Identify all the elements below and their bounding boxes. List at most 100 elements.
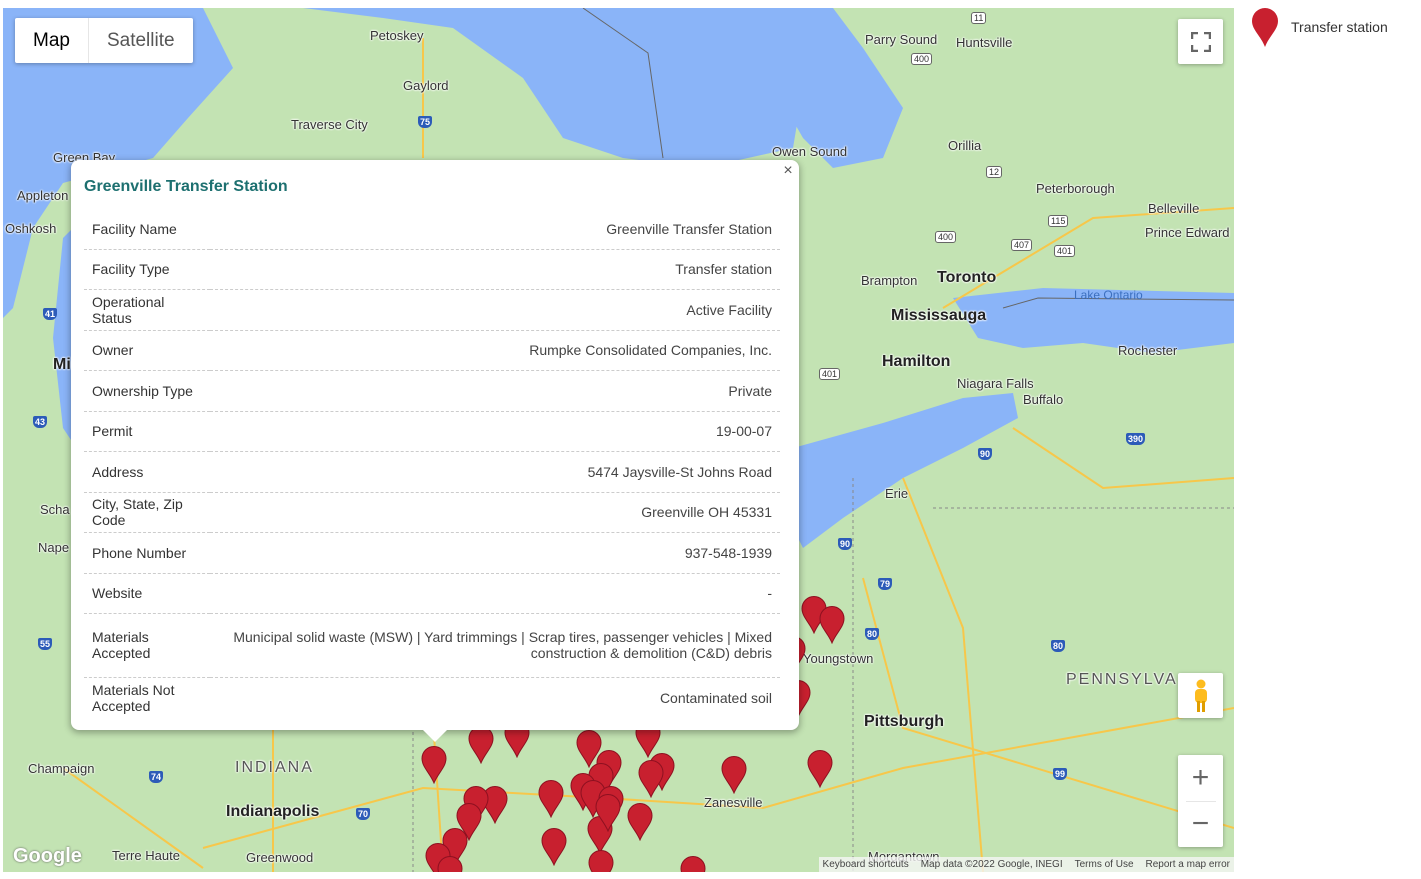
detail-row: Owner Rumpke Consolidated Companies, Inc. [84, 330, 780, 371]
place-label: Oshkosh [5, 221, 57, 236]
place-label: Hamilton [882, 353, 951, 370]
detail-value: Active Facility [210, 289, 780, 331]
place-label: Nape [38, 540, 70, 555]
detail-value: Contaminated soil [659, 689, 772, 706]
transfer-station-marker[interactable] [595, 794, 621, 832]
highway-shield: 401 [819, 368, 841, 380]
detail-value: Greenville OH 45331 [210, 492, 780, 533]
place-label: Orillia [948, 138, 982, 153]
zoom-control: + − [1178, 755, 1223, 847]
detail-value: Greenville Transfer Station [210, 209, 780, 250]
place-label: Brampton [861, 273, 918, 288]
interstate-shield: 43 [33, 416, 48, 428]
detail-row: Phone Number 937-548-1939 [84, 532, 780, 574]
google-logo: Google [13, 845, 82, 867]
detail-row: Ownership Type Private [84, 370, 780, 412]
place-label: Greenwood [246, 850, 314, 865]
place-label: Parry Sound [865, 32, 938, 47]
place-label: Appleton [17, 188, 69, 203]
transfer-station-marker[interactable] [421, 746, 447, 784]
interstate-shield: 99 [1053, 768, 1068, 780]
map-pin-icon [1252, 8, 1278, 47]
transfer-station-marker[interactable] [588, 850, 614, 872]
place-label: Peterborough [1036, 181, 1115, 196]
map-attribution: Keyboard shortcuts Map data ©2022 Google… [818, 857, 1234, 872]
terms-link[interactable]: Terms of Use [1075, 859, 1134, 870]
detail-key: Phone Number [84, 532, 210, 574]
place-label: Pittsburgh [864, 713, 944, 730]
transfer-station-marker[interactable] [819, 606, 845, 644]
place-label: Mississauga [891, 307, 987, 324]
highway-shield: 400 [935, 231, 957, 243]
fullscreen-button[interactable] [1178, 19, 1223, 64]
highway-shield: 11 [971, 12, 987, 24]
transfer-station-marker[interactable] [627, 803, 653, 841]
highway-shield: 12 [986, 166, 1003, 178]
map-type-control: Map Satellite [15, 18, 193, 63]
transfer-station-marker[interactable] [541, 828, 567, 866]
transfer-station-marker[interactable] [721, 756, 747, 794]
interstate-shield: 80 [865, 628, 880, 640]
interstate-shield: 90 [978, 448, 993, 460]
place-label: Niagara Falls [957, 376, 1034, 391]
fullscreen-icon [1190, 31, 1211, 52]
detail-row: Operational Status Active Facility [84, 289, 780, 331]
interstate-shield: 79 [878, 578, 893, 590]
detail-key: Materials Not Accepted [92, 681, 175, 714]
transfer-station-marker[interactable] [538, 780, 564, 818]
interstate-shield: 70 [356, 808, 371, 820]
detail-value: - [210, 573, 780, 614]
map-type-satellite-button[interactable]: Satellite [87, 18, 193, 63]
place-label: Huntsville [956, 35, 1013, 50]
place-label: Belleville [1148, 201, 1200, 216]
detail-row: Facility Type Transfer station [84, 249, 780, 290]
detail-row: Materials Not Accepted Contaminated soil [84, 677, 780, 718]
detail-key: Facility Name [84, 209, 210, 250]
place-label: Mi [53, 356, 71, 373]
detail-value: 19-00-07 [210, 411, 780, 452]
place-label: Rochester [1118, 343, 1178, 358]
info-window-title: Greenville Transfer Station [84, 178, 288, 195]
interstate-shield: 75 [418, 116, 433, 128]
keyboard-shortcuts-link[interactable]: Keyboard shortcuts [823, 859, 909, 870]
detail-row: Facility Name Greenville Transfer Station [84, 209, 780, 250]
pegman-icon [1194, 679, 1207, 712]
detail-row: Permit 19-00-07 [84, 411, 780, 452]
detail-key: Owner [84, 330, 210, 371]
interstate-shield: 74 [149, 771, 164, 783]
place-label: Indianapolis [226, 803, 320, 820]
map-data-text: Map data ©2022 Google, INEGI [920, 859, 1063, 870]
detail-key: Materials Accepted [84, 613, 210, 678]
map-type-map-button[interactable]: Map [15, 18, 88, 63]
detail-row: Address 5474 Jaysville-St Johns Road [84, 451, 780, 493]
transfer-station-marker[interactable] [807, 750, 833, 788]
zoom-in-button[interactable]: + [1178, 756, 1223, 801]
highway-shield: 115 [1048, 215, 1069, 227]
legend-label: Transfer station [1291, 19, 1388, 35]
transfer-station-marker[interactable] [638, 760, 664, 798]
detail-key: Website [84, 573, 210, 614]
place-label: Youngstown [803, 651, 874, 666]
transfer-station-marker[interactable] [468, 726, 494, 764]
detail-value: Rumpke Consolidated Companies, Inc. [210, 330, 780, 371]
detail-key: Permit [84, 411, 210, 452]
close-icon[interactable]: × [781, 162, 795, 180]
zoom-out-button[interactable]: − [1178, 802, 1223, 847]
street-view-button[interactable] [1178, 673, 1223, 718]
detail-key: City, State, Zip Code [84, 492, 210, 533]
detail-value: Private [210, 370, 780, 412]
detail-key: Address [84, 451, 210, 493]
detail-value: 5474 Jaysville-St Johns Road [210, 451, 780, 493]
water-label: Lake Ontario [1074, 288, 1143, 302]
place-label: Owen Sound [772, 144, 848, 159]
transfer-station-marker[interactable] [680, 856, 706, 872]
place-label: Traverse City [291, 117, 368, 132]
place-label: Erie [885, 486, 909, 501]
transfer-station-marker[interactable] [437, 856, 463, 872]
legend: Transfer station [1251, 8, 1388, 48]
place-label: Gaylord [403, 78, 449, 93]
place-label: Scha [40, 502, 70, 517]
place-label: Prince Edward [1145, 225, 1230, 240]
report-error-link[interactable]: Report a map error [1146, 859, 1230, 870]
place-label: Terre Haute [112, 848, 180, 863]
